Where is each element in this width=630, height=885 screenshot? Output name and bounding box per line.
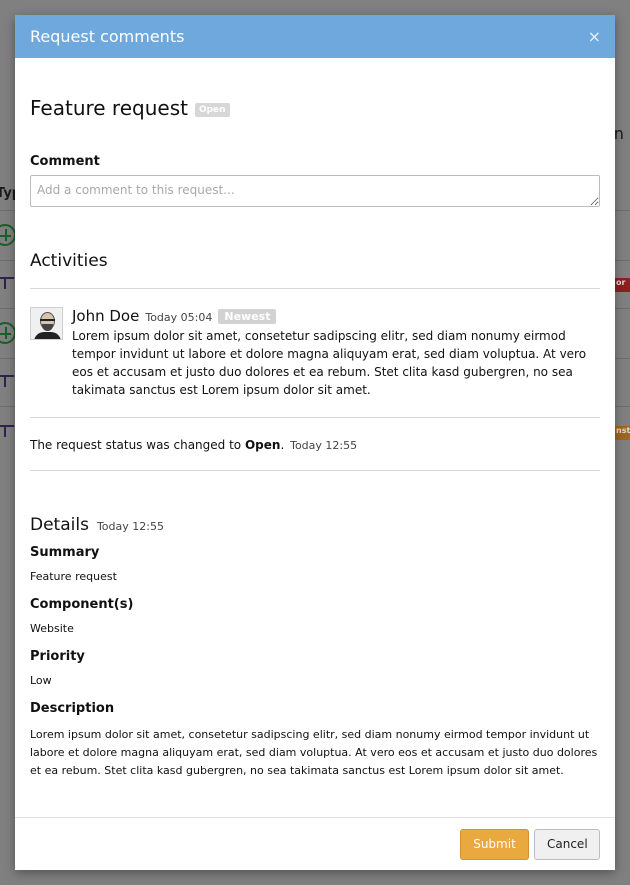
- background-tree-icon: [0, 425, 14, 439]
- newest-badge: Newest: [218, 309, 277, 324]
- background-add-icon: [0, 322, 16, 344]
- comment-label: Comment: [30, 154, 100, 169]
- status-change-entry: The request status was changed to Open. …: [30, 438, 600, 452]
- status-change-timestamp: Today 12:55: [290, 439, 358, 452]
- close-icon[interactable]: ×: [588, 27, 601, 46]
- divider: [30, 288, 600, 289]
- status-badge: Open: [194, 103, 230, 117]
- description-label: Description: [30, 701, 115, 716]
- status-change-value: Open: [244, 438, 281, 452]
- modal-footer: Submit Cancel: [15, 817, 615, 870]
- modal-title: Request comments: [30, 27, 185, 46]
- background-tree-icon: [0, 375, 14, 389]
- details-heading-row: Details Today 12:55: [30, 515, 600, 535]
- avatar: [30, 307, 63, 340]
- activity-timestamp: Today 05:04: [145, 311, 213, 324]
- background-orange-tag: nst: [614, 426, 630, 440]
- background-red-tag: or: [614, 278, 630, 292]
- background-tree-icon: [0, 277, 14, 291]
- priority-value: Low: [30, 674, 52, 687]
- activity-header: John Doe Today 05:04 Newest: [72, 307, 600, 325]
- activity-content: John Doe Today 05:04 Newest Lorem ipsum …: [72, 307, 600, 399]
- status-change-suffix: .: [280, 438, 285, 452]
- details-heading: Details: [30, 515, 89, 535]
- cancel-button[interactable]: Cancel: [534, 828, 600, 860]
- components-label: Component(s): [30, 597, 134, 612]
- request-title: Feature request: [30, 96, 188, 120]
- request-comments-modal: Request comments × Feature request Open …: [15, 15, 615, 870]
- request-title-row: Feature request Open: [30, 96, 600, 120]
- divider: [30, 470, 600, 471]
- priority-label: Priority: [30, 649, 85, 664]
- activity-author: John Doe: [72, 307, 140, 325]
- modal-header: Request comments ×: [15, 15, 615, 58]
- components-value: Website: [30, 622, 74, 635]
- activity-text: Lorem ipsum dolor sit amet, consetetur s…: [72, 329, 587, 397]
- divider: [30, 417, 600, 418]
- activities-heading: Activities: [30, 251, 108, 271]
- status-change-text: The request status was changed to: [30, 438, 242, 452]
- description-value: Lorem ipsum dolor sit amet, consetetur s…: [30, 728, 598, 777]
- summary-value: Feature request: [30, 570, 117, 583]
- modal-body: Feature request Open Comment Activities …: [15, 96, 615, 780]
- background-add-icon: [0, 224, 16, 246]
- summary-label: Summary: [30, 545, 100, 560]
- comment-input[interactable]: [30, 175, 600, 207]
- details-timestamp: Today 12:55: [96, 520, 164, 533]
- activity-item: John Doe Today 05:04 Newest Lorem ipsum …: [30, 307, 600, 399]
- submit-button[interactable]: Submit: [460, 828, 529, 860]
